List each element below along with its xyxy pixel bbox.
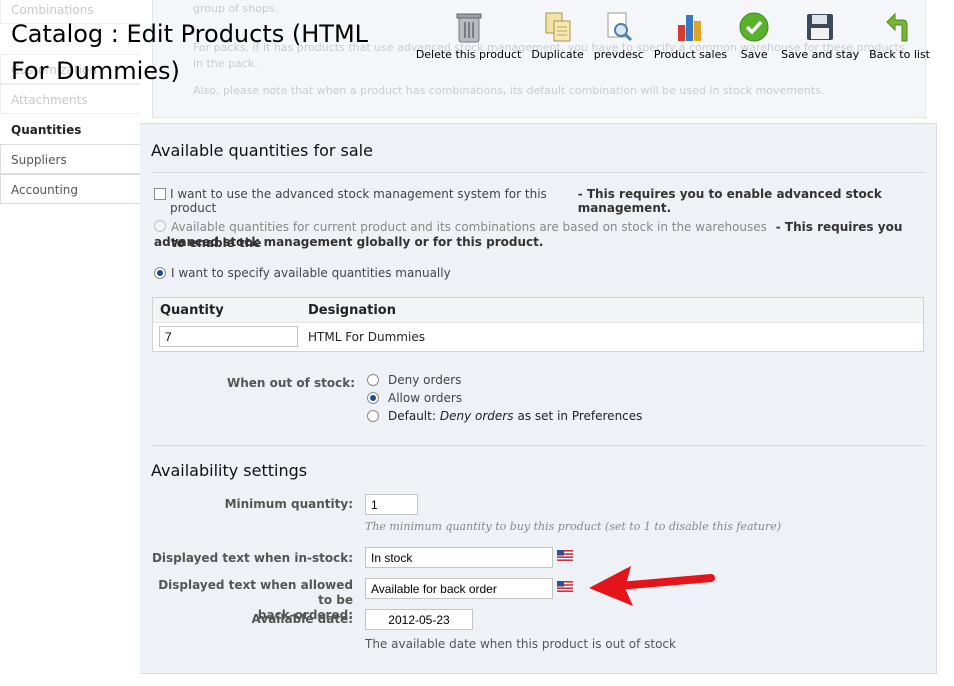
backorder-input[interactable] <box>365 578 553 599</box>
manual-radio[interactable] <box>154 267 166 279</box>
advanced-stock-option: I want to use the advanced stock managem… <box>154 187 954 215</box>
warehouse-note-line2: advanced stock management globally or fo… <box>154 235 544 249</box>
floppy-disk-icon <box>803 10 837 44</box>
bar-chart-icon <box>673 10 707 44</box>
quantity-input[interactable] <box>159 326 298 347</box>
save-and-stay-button[interactable]: Save and stay <box>781 10 859 61</box>
quantities-title: Available quantities for sale <box>151 141 373 160</box>
tab-accounting[interactable]: Accounting <box>0 174 140 204</box>
manual-option: I want to specify available quantities m… <box>154 266 451 280</box>
deny-orders-option: Deny orders <box>367 373 461 387</box>
toolbar: Delete this product Duplicate prevdesc P… <box>406 10 930 61</box>
return-arrow-icon <box>883 10 917 44</box>
available-date-label: Available date: <box>251 612 353 626</box>
min-qty-input[interactable] <box>365 494 418 515</box>
table-row: HTML For Dummies <box>153 323 923 351</box>
delete-button[interactable]: Delete this product <box>416 10 521 61</box>
preview-button[interactable]: prevdesc <box>594 10 644 61</box>
magnifier-document-icon <box>602 10 636 44</box>
availability-title: Availability settings <box>151 461 308 480</box>
red-arrow-icon <box>589 566 715 606</box>
min-qty-hint: The minimum quantity to buy this product… <box>365 520 782 533</box>
save-button[interactable]: Save <box>737 10 771 61</box>
designation-cell: HTML For Dummies <box>308 330 425 344</box>
us-flag-icon[interactable] <box>557 581 573 592</box>
duplicate-button[interactable]: Duplicate <box>531 10 584 61</box>
available-date-hint: The available date when this product is … <box>365 637 676 651</box>
deny-orders-radio[interactable] <box>367 374 379 386</box>
default-orders-radio[interactable] <box>367 410 379 422</box>
separator <box>151 445 925 446</box>
allow-orders-radio[interactable] <box>367 392 379 404</box>
product-sales-button[interactable]: Product sales <box>654 10 727 61</box>
out-of-stock-label: When out of stock: <box>227 376 355 390</box>
checkmark-icon <box>737 10 771 44</box>
min-qty-label: Minimum quantity: <box>224 497 353 511</box>
designation-column-header: Designation <box>308 303 396 318</box>
us-flag-icon[interactable] <box>557 550 573 561</box>
available-date-input[interactable] <box>365 609 473 630</box>
separator <box>151 172 925 173</box>
warehouse-radio[interactable] <box>154 220 166 232</box>
quantity-column-header: Quantity <box>160 303 224 318</box>
copy-icon <box>541 10 575 44</box>
in-stock-label: Displayed text when in-stock: <box>151 551 353 565</box>
tab-suppliers[interactable]: Suppliers <box>0 144 140 174</box>
allow-orders-option: Allow orders <box>367 391 462 405</box>
page-title: Catalog : Edit Products (HTML For Dummie… <box>11 20 369 85</box>
trash-icon <box>452 10 486 44</box>
tab-quantities[interactable]: Quantities <box>0 114 140 144</box>
quantity-table: Quantity Designation HTML For Dummies <box>152 297 924 352</box>
bg-note-1: group of shops. <box>193 2 279 15</box>
in-stock-input[interactable] <box>365 547 553 568</box>
default-orders-option: Default: Deny orders as set in Preferenc… <box>367 409 642 423</box>
table-header: Quantity Designation <box>153 298 923 323</box>
back-to-list-button[interactable]: Back to list <box>869 10 930 61</box>
advanced-stock-checkbox[interactable] <box>154 188 166 200</box>
